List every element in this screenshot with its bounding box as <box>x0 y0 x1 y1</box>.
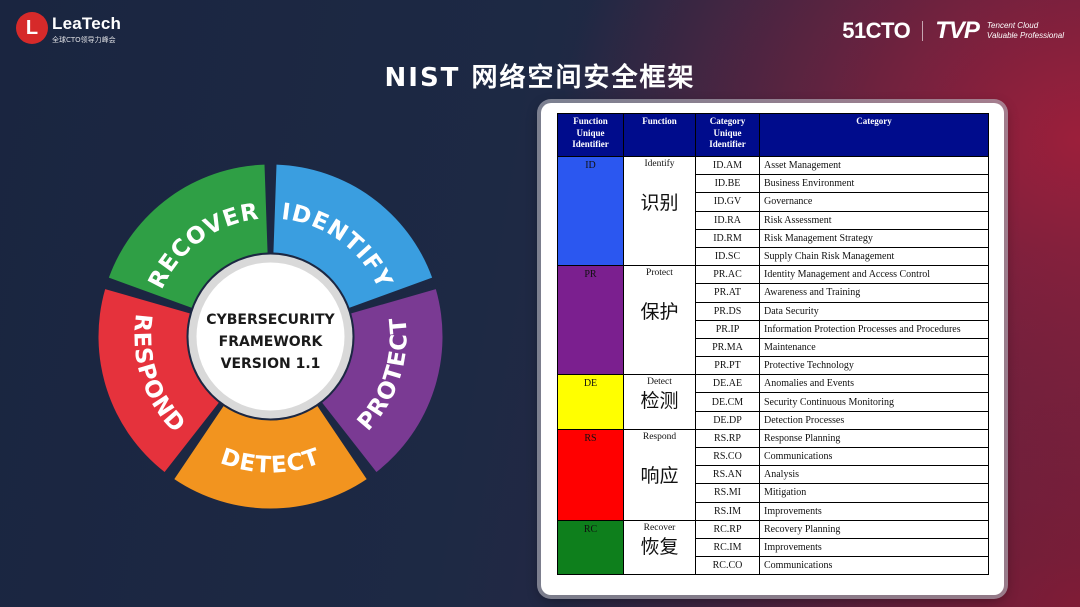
category-id-cell: PR.IP <box>695 319 760 339</box>
category-name-cell: Risk Management Strategy <box>759 228 989 248</box>
category-id-cell: ID.GV <box>695 192 760 212</box>
function-id-cell: PR <box>557 265 624 376</box>
header-function: Function <box>623 113 696 157</box>
function-name-cell: Protect 保护 <box>623 265 696 376</box>
tvp-logo: TVP <box>935 17 980 44</box>
table-header-row: Function Unique Identifier Function Cate… <box>557 113 989 157</box>
category-name-cell: Protective Technology <box>759 356 989 376</box>
category-id-cell: RC.RP <box>695 519 760 539</box>
category-name-cell: Data Security <box>759 301 989 321</box>
category-id-cell: DE.DP <box>695 410 760 430</box>
category-id-cell: ID.RA <box>695 210 760 230</box>
page-title: NIST 网络空间安全框架 <box>384 63 696 93</box>
category-id-cell: RS.CO <box>695 446 760 467</box>
category-name-cell: Supply Chain Risk Management <box>759 246 989 267</box>
category-id-cell: PR.AC <box>695 265 760 285</box>
category-name-cell: Analysis <box>759 465 989 485</box>
category-name-cell: Improvements <box>759 537 989 558</box>
category-id-cell: ID.SC <box>695 246 760 267</box>
category-id-cell: RS.IM <box>695 501 760 521</box>
function-name-cell: Detect 检测 <box>623 374 696 430</box>
category-id-cell: RS.AN <box>695 465 760 485</box>
leatech-logo-name: LeaTech <box>52 14 122 33</box>
sponsor-logos: 51CTO TVP Tencent Cloud Valuable Profess… <box>842 16 1064 46</box>
category-name-cell: Business Environment <box>759 174 989 194</box>
function-name-zh: 响应 <box>640 464 679 487</box>
category-name-cell: Asset Management <box>759 155 989 176</box>
function-id-cell: RC <box>557 519 624 576</box>
function-name-en: Detect <box>647 377 672 388</box>
category-id-cell: PR.AT <box>695 283 760 303</box>
leatech-logo-icon: L <box>16 12 48 44</box>
function-name-cell: Identify 识别 <box>623 155 696 267</box>
category-name-cell: Maintenance <box>759 337 989 358</box>
category-name-cell: Security Continuous Monitoring <box>759 392 989 412</box>
category-name-cell: Identity Management and Access Control <box>759 265 989 285</box>
category-id-cell: ID.AM <box>695 155 760 176</box>
logo-divider <box>922 21 924 41</box>
function-name-en: Protect <box>646 268 673 279</box>
category-name-cell: Anomalies and Events <box>759 374 989 394</box>
wheel-graphic: IDENTIFYPROTECTDETECTRESPONDRECOVER CYBE… <box>98 164 443 509</box>
category-id-cell: RS.RP <box>695 428 760 449</box>
function-name-zh: 检测 <box>640 390 679 413</box>
tvp-tagline: Tencent Cloud Valuable Professional <box>987 21 1064 41</box>
category-id-cell: RC.CO <box>695 556 760 576</box>
category-id-cell: DE.CM <box>695 392 760 412</box>
cybersecurity-framework-wheel: IDENTIFY PROTECT DETECT RESPOND RECOVER CYBE… <box>98 164 443 509</box>
category-name-cell: Recovery Planning <box>759 519 989 539</box>
category-name-cell: Information Protection Processes and Pro… <box>759 319 989 339</box>
wheel-center-line-2: FRAMEWORK <box>219 334 324 350</box>
category-id-cell: PR.MA <box>695 337 760 358</box>
category-name-cell: Governance <box>759 192 989 212</box>
tvp-tagline-line-2: Valuable Professional <box>986 31 1064 40</box>
function-name-zh: 恢复 <box>640 535 679 558</box>
function-name-cell: Respond 响应 <box>623 428 696 521</box>
leatech-logo: L LeaTech 全球CTO领导力峰会 <box>16 11 136 47</box>
category-name-cell: Awareness and Training <box>759 283 989 303</box>
category-name-cell: Response Planning <box>759 428 989 449</box>
nist-framework-table: Function Unique Identifier Function Cate… <box>557 113 989 576</box>
table-row: DE Detect 检测 DE.AE Anomalies and Events <box>557 374 989 430</box>
category-id-cell: RC.IM <box>695 537 760 558</box>
table-row: ID Identify 识别 ID.AM Asset Management <box>557 155 989 267</box>
category-name-cell: Risk Assessment <box>759 210 989 230</box>
category-id-cell: DE.AE <box>695 374 760 394</box>
header-function-id: Function Unique Identifier <box>557 113 624 157</box>
nist-table-panel: Function Unique Identifier Function Cate… <box>541 103 1004 595</box>
function-id-cell: DE <box>557 374 624 430</box>
category-name-cell: Detection Processes <box>759 410 989 430</box>
function-name-zh: 识别 <box>640 192 679 214</box>
51cto-logo: 51CTO <box>842 18 911 43</box>
function-id-cell: RS <box>557 428 624 521</box>
wheel-center-line-1: CYBERSECURITY <box>206 312 335 328</box>
category-id-cell: RS.MI <box>695 483 760 503</box>
category-name-cell: Mitigation <box>759 483 989 503</box>
category-id-cell: ID.RM <box>695 228 760 248</box>
category-id-cell: ID.BE <box>695 174 760 194</box>
function-name-en: Recover <box>643 522 676 533</box>
wheel-center-line-3: VERSION 1.1 <box>221 356 321 372</box>
table-row: RS Respond 响应 RS.RP Response Planning <box>557 428 989 521</box>
function-name-zh: 保护 <box>640 301 679 324</box>
table-row: RC Recover 恢复 RC.RP Recovery Planning <box>557 519 989 576</box>
table-row: PR Protect 保护 PR.AC Identity Management and … <box>557 265 989 376</box>
category-id-cell: PR.DS <box>695 301 760 321</box>
category-id-cell: PR.PT <box>695 356 760 376</box>
category-name-cell: Improvements <box>759 501 989 521</box>
tvp-tagline-line-1: Tencent Cloud <box>986 21 1039 30</box>
leatech-logo-subtitle: 全球CTO领导力峰会 <box>52 36 116 44</box>
function-name-en: Identify <box>644 159 675 169</box>
function-name-en: Respond <box>642 431 677 442</box>
function-name-cell: Recover 恢复 <box>623 519 696 576</box>
category-name-cell: Communications <box>759 446 989 467</box>
category-name-cell: Communications <box>759 556 989 576</box>
header-category: Category <box>759 113 989 157</box>
header-category-id: Category Unique Identifier <box>695 113 760 157</box>
function-id-cell: ID <box>557 155 624 267</box>
